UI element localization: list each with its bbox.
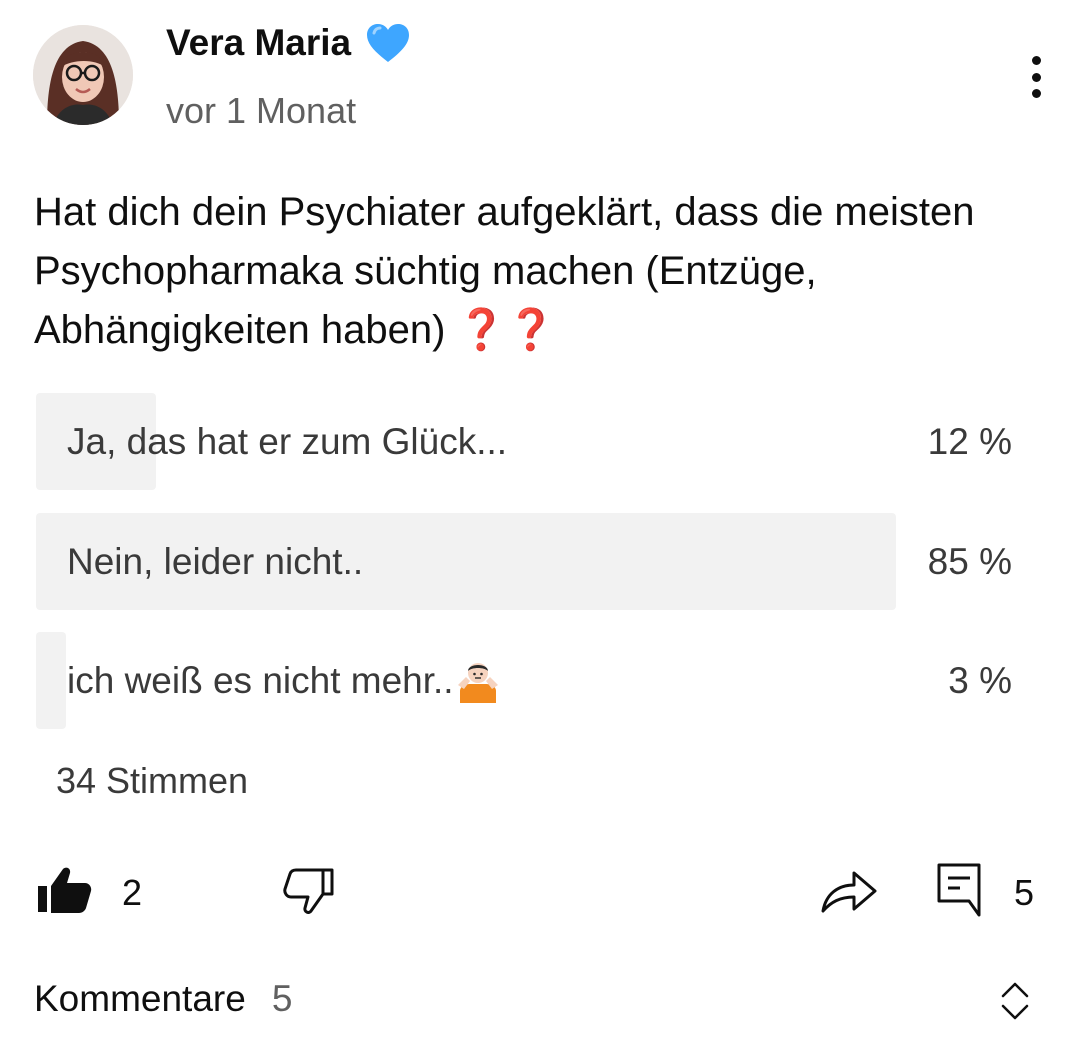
question-marks-emoji: ❓❓ <box>456 308 557 352</box>
comments-header[interactable]: Kommentare 5 <box>34 978 292 1020</box>
poll-option-label-row: ich weiß es nicht mehr.. <box>67 632 500 729</box>
poll-option-label: Ja, das hat er zum Glück... <box>67 420 508 462</box>
poll-option-percent: 12 % <box>927 420 1012 462</box>
comments-label: Kommentare <box>34 978 246 1019</box>
dislike-button[interactable] <box>283 866 335 921</box>
like-count: 2 <box>122 871 143 913</box>
like-button[interactable]: 2 <box>36 866 142 919</box>
post-timestamp: vor 1 Monat <box>166 90 357 131</box>
comment-icon <box>936 862 982 923</box>
vote-count: 34 Stimmen <box>56 760 249 801</box>
post-text: Hat dich dein Psychiater aufgeklärt, das… <box>34 183 1044 360</box>
poll-option-2[interactable]: Nein, leider nicht.. 85 % <box>36 513 1036 610</box>
poll-option-3[interactable]: ich weiß es nicht mehr.. 3 % <box>36 632 1036 729</box>
blue-heart-icon <box>365 22 411 64</box>
thumbs-up-icon <box>36 866 92 919</box>
person-shrugging-emoji <box>456 659 500 703</box>
share-button[interactable] <box>820 868 878 919</box>
thumbs-down-icon <box>283 866 335 921</box>
comments-count: 5 <box>271 978 293 1019</box>
share-arrow-icon <box>820 868 878 919</box>
comment-count: 5 <box>1014 871 1035 913</box>
poll-bar <box>36 632 66 729</box>
more-vertical-icon <box>1031 56 1041 65</box>
poll-option-label: Nein, leider nicht.. <box>67 540 364 582</box>
poll-option-label: ich weiß es nicht mehr.. <box>67 659 454 701</box>
expand-collapse-icon[interactable] <box>998 980 1032 1022</box>
poll-option-1[interactable]: Ja, das hat er zum Glück... 12 % <box>36 393 1036 490</box>
community-post: Vera Maria vor 1 Monat Hat dich dein Psy… <box>0 0 1080 1039</box>
more-options-button[interactable] <box>1018 52 1054 102</box>
author-name[interactable]: Vera Maria <box>166 22 351 64</box>
comment-button[interactable]: 5 <box>936 862 1034 923</box>
poll-option-percent: 85 % <box>927 540 1012 582</box>
poll-option-percent: 3 % <box>948 659 1012 701</box>
more-vertical-icon-dot <box>1031 72 1041 82</box>
avatar[interactable] <box>33 25 133 125</box>
more-vertical-icon-dot <box>1031 89 1041 98</box>
